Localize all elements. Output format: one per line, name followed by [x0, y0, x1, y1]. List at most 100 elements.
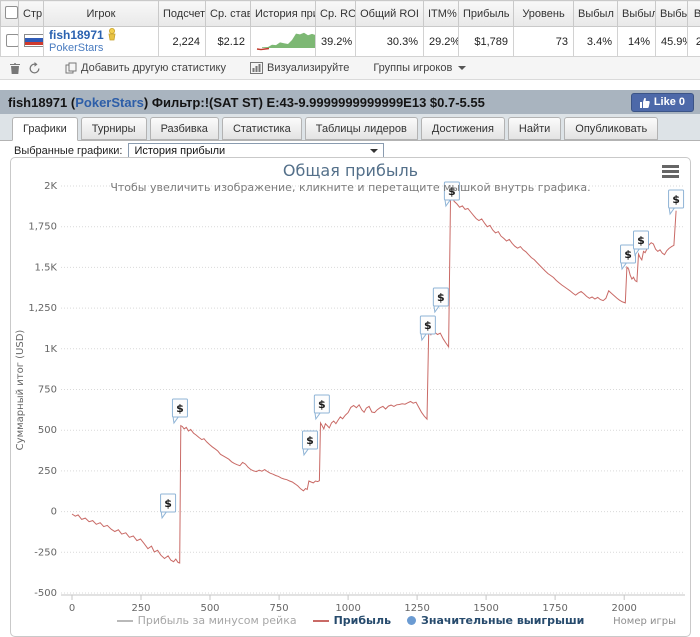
- y-tick-label: 750: [38, 385, 57, 396]
- column-header-Стр:[interactable]: Стр:: [19, 1, 44, 27]
- visualize-button[interactable]: Визуализируйте: [250, 62, 349, 74]
- x-tick-label: 1500: [473, 603, 498, 614]
- tab-label: Найти: [519, 123, 550, 135]
- x-tick-label: 1750: [542, 603, 567, 614]
- column-header-Выбыл п[interactable]: Выбыл п: [618, 1, 656, 27]
- x-tick-label: 1000: [335, 603, 360, 614]
- refresh-button[interactable]: [28, 62, 41, 75]
- column-header-label: Подсчет: [163, 8, 205, 20]
- column-header-ITM%[interactable]: ITM%: [424, 1, 459, 27]
- column-header-Выбыл р[interactable]: Выбыл р: [574, 1, 618, 27]
- tab-Таблицы лидеров[interactable]: Таблицы лидеров: [305, 117, 418, 140]
- avg-stake-cell-value: $2.12: [217, 36, 245, 48]
- chart-legend: Прибыль за минусом рейка Прибыль Значитель…: [11, 614, 690, 627]
- y-axis-title: Суммарный итог (USD): [15, 330, 26, 451]
- tab-Опубликовать[interactable]: Опубликовать: [564, 117, 658, 140]
- column-header-Общий ROI[interactable]: Общий ROI: [356, 1, 424, 27]
- delete-button[interactable]: [9, 62, 21, 75]
- x-tick-label: 0: [69, 603, 75, 614]
- flag-dollar-symbol: $: [424, 319, 432, 332]
- column-header-Игрок[interactable]: Игрок: [44, 1, 159, 27]
- legend-line-swatch: [117, 620, 133, 622]
- bust-early-cell-value: 3.4%: [587, 36, 612, 48]
- profit-chart[interactable]: 2K1,7501.5K1,2501K7505002500-250-5000250…: [11, 158, 690, 636]
- column-header-Ср. ROI[interactable]: Ср. ROI: [316, 1, 356, 27]
- row-select-cell: [1, 27, 19, 57]
- y-tick-label: -250: [34, 547, 57, 558]
- chart-icon: [250, 62, 263, 74]
- itm-cell-value: 29.2%: [429, 36, 459, 48]
- bust-mid-cell-value: 14%: [628, 36, 650, 48]
- player-groups-dropdown[interactable]: Группы игроков: [373, 62, 466, 74]
- avg-roi-cell-value: 39.2%: [321, 36, 352, 48]
- gold-medal-icon: [107, 28, 117, 41]
- chart-menu-icon[interactable]: [662, 165, 679, 180]
- facebook-like-button[interactable]: Like 0: [631, 93, 694, 112]
- y-tick-label: -500: [34, 588, 57, 599]
- tab-Разбивка[interactable]: Разбивка: [150, 117, 219, 140]
- x-axis-title: Номер игры: [613, 616, 676, 627]
- tab-label: Статистика: [233, 123, 291, 135]
- flag-dollar-symbol: $: [624, 248, 632, 261]
- player-site-link[interactable]: PokerStars: [49, 42, 103, 54]
- tab-label: Достижения: [432, 123, 494, 135]
- add-statistic-label: Добавить другую статистику: [81, 62, 226, 74]
- paren: ): [144, 95, 148, 110]
- flag-dollar-symbol: $: [672, 193, 680, 206]
- tab-Достижения[interactable]: Достижения: [421, 117, 505, 140]
- like-label: Like 0: [654, 96, 685, 108]
- column-header-Выбы[interactable]: Выбы: [656, 1, 688, 27]
- significant-win-flag[interactable]: $: [420, 316, 435, 340]
- legend-item-Значительные выигрыши[interactable]: Значительные выигрыши: [407, 614, 584, 627]
- tab-label: Таблицы лидеров: [316, 123, 407, 135]
- legend-item-Прибыль[interactable]: Прибыль: [313, 614, 391, 627]
- header-site-link[interactable]: PokerStars: [75, 95, 144, 110]
- bust-late-cell-value: 45.9%: [661, 36, 688, 48]
- stats-table-header-row: Стр: Игрок ПодсчетСр. ставИстория прибСр. …: [1, 1, 700, 27]
- column-header-История приб[interactable]: История приб: [251, 1, 316, 27]
- row-checkbox[interactable]: [6, 34, 19, 47]
- column-header-Прибыль[interactable]: Прибыль: [459, 1, 514, 27]
- significant-win-flag[interactable]: $: [433, 288, 448, 312]
- bust-early-cell: 3.4%: [574, 27, 618, 57]
- tab-Турниры[interactable]: Турниры: [81, 117, 147, 140]
- add-statistic-button[interactable]: Добавить другую статистику: [65, 62, 226, 74]
- significant-win-flag[interactable]: $: [302, 431, 317, 455]
- legend-label: Значительные выигрыши: [421, 614, 584, 627]
- chevron-down-icon: [458, 66, 466, 70]
- tab-bar: ГрафикиТурнирыРазбивка Статистика Таблицы …: [0, 114, 700, 141]
- column-header-label: Выбыл п: [622, 8, 656, 20]
- tab-Графики[interactable]: Графики: [12, 117, 78, 141]
- legend-dot-swatch: [407, 616, 416, 625]
- profit-cell-value: $1,789: [474, 36, 508, 48]
- column-header-В[interactable]: В: [688, 1, 700, 27]
- sparkline-area: [262, 33, 316, 48]
- column-header-select[interactable]: [1, 1, 19, 27]
- y-tick-label: 1.5K: [35, 262, 58, 273]
- trash-icon: [9, 62, 21, 75]
- graph-selector-label: Выбранные графики:: [14, 145, 122, 157]
- tab-Найти[interactable]: Найти: [508, 117, 561, 140]
- sparkline-loss-segment: [257, 49, 269, 50]
- column-header-Ср. став[interactable]: Ср. став: [206, 1, 251, 27]
- column-header-Подсчет[interactable]: Подсчет: [159, 1, 206, 27]
- tab-Статистика[interactable]: Статистика: [222, 117, 302, 140]
- significant-win-flag[interactable]: $: [314, 395, 329, 419]
- legend-item-Прибыль за минусом рейка[interactable]: Прибыль за минусом рейка: [117, 614, 297, 627]
- table-row: fish18971 PokerStars2,224$2.1239.2%30.3%…: [1, 27, 700, 57]
- legend-label: Прибыль: [334, 614, 391, 627]
- column-header-label: Стр:: [23, 8, 44, 20]
- column-header-label: В: [694, 8, 700, 20]
- column-header-label: Выбы: [660, 8, 688, 20]
- y-tick-label: 1,250: [28, 303, 57, 314]
- column-header-Уровень[interactable]: Уровень: [514, 1, 574, 27]
- column-header-label: Игрок: [87, 8, 116, 20]
- y-tick-label: 1K: [44, 344, 57, 355]
- x-tick-label: 750: [270, 603, 289, 614]
- player-name-link[interactable]: fish18971: [49, 28, 104, 42]
- select-all-checkbox[interactable]: [5, 6, 18, 19]
- x-tick-label: 250: [131, 603, 150, 614]
- significant-win-flag[interactable]: $: [172, 399, 187, 423]
- significant-win-flag[interactable]: $: [161, 494, 176, 518]
- legend-line-swatch: [313, 620, 329, 622]
